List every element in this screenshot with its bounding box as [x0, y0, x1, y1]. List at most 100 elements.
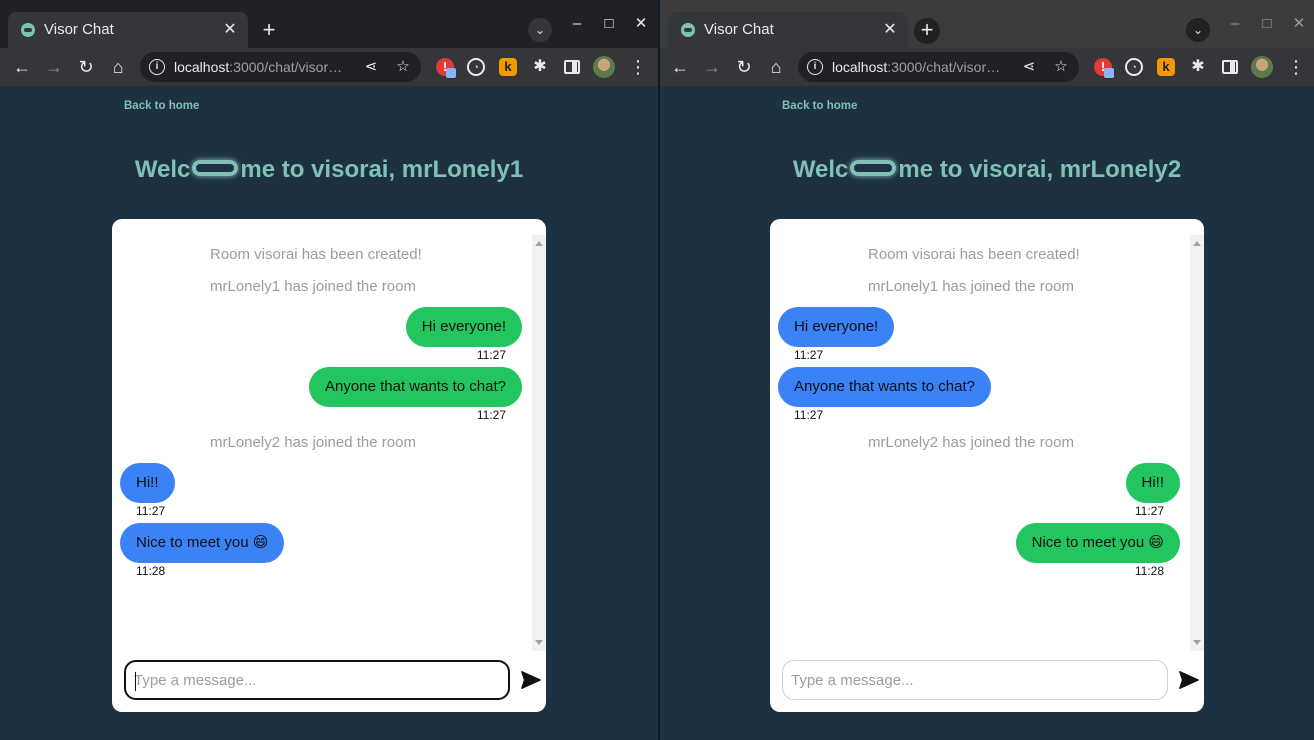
home-icon[interactable]: ⌂ [765, 56, 787, 78]
tab-strip: Visor Chat ✕ + ⌄ – □ ✕ [0, 0, 658, 48]
new-tab-button[interactable]: + [914, 18, 940, 44]
bookmark-star-icon[interactable]: ☆ [393, 57, 413, 77]
side-panel-icon[interactable] [1222, 60, 1238, 74]
browser-menu-icon[interactable]: ⋮ [629, 56, 647, 78]
profile-avatar[interactable] [1251, 56, 1273, 78]
message-bubble-other: Hi!! [120, 463, 175, 503]
back-to-home-link[interactable]: Back to home [124, 100, 199, 112]
tab-title: Visor Chat [44, 21, 114, 38]
welcome-heading: Welc me to visorai, mrLonely1 [134, 156, 524, 183]
forward-icon[interactable]: → [43, 56, 65, 78]
minimize-button[interactable]: – [1225, 14, 1245, 34]
message-bubble-other: Hi everyone! [778, 307, 895, 347]
maximize-button[interactable]: □ [599, 14, 619, 34]
reload-icon[interactable]: ↻ [75, 56, 97, 78]
url-text[interactable]: localhost:3000/chat/visor… [174, 59, 342, 75]
message-time: 11:27 [1134, 504, 1164, 518]
scroll-down-arrow-icon[interactable] [535, 640, 543, 645]
message-time: 11:28 [1134, 564, 1164, 578]
extension-gauge-icon[interactable]: ◔ [1125, 58, 1143, 76]
visor-logo-icon [192, 160, 239, 176]
maximize-button[interactable]: □ [1257, 14, 1277, 34]
side-panel-icon[interactable] [564, 60, 580, 74]
system-message: mrLonely2 has joined the room [868, 434, 1074, 451]
extension-k-icon[interactable]: k [1157, 58, 1175, 76]
site-info-icon[interactable]: i [149, 59, 165, 75]
scroll-down-arrow-icon[interactable] [1193, 640, 1201, 645]
message-bubble-own: Anyone that wants to chat? [309, 367, 522, 407]
extension-gauge-icon[interactable]: ◔ [467, 58, 485, 76]
tab-visor-chat[interactable]: Visor Chat ✕ [668, 12, 908, 48]
chat-card: Room visorai has been created! mrLonely1… [770, 219, 1204, 712]
new-tab-button[interactable]: + [256, 18, 282, 44]
message-scrollbar[interactable] [1190, 235, 1204, 651]
message-time: 11:28 [136, 564, 166, 578]
extensions-puzzle-icon[interactable]: ✱ [1189, 58, 1207, 76]
extension-k-icon[interactable]: k [499, 58, 517, 76]
close-tab-icon[interactable]: ✕ [878, 18, 902, 42]
site-info-icon[interactable]: i [807, 59, 823, 75]
text-caret [135, 672, 136, 691]
share-icon[interactable]: ⋖ [1019, 57, 1039, 77]
message-time: 11:27 [476, 408, 506, 422]
chat-card: Room visorai has been created! mrLonely1… [112, 219, 546, 712]
message-time: 11:27 [476, 348, 506, 362]
message-scrollbar[interactable] [532, 235, 546, 651]
system-message: mrLonely1 has joined the room [210, 278, 416, 295]
url-text[interactable]: localhost:3000/chat/visor… [832, 59, 1000, 75]
browser-toolbar: ← → ↻ ⌂ i localhost:3000/chat/visor… ⋖ ☆… [660, 48, 1314, 86]
message-input[interactable] [134, 662, 500, 698]
extensions-puzzle-icon[interactable]: ✱ [531, 58, 549, 76]
message-time: 11:27 [794, 408, 824, 422]
message-bubble-other: Nice to meet you 😄 [120, 523, 285, 563]
message-list[interactable]: Room visorai has been created! mrLonely1… [770, 219, 1190, 651]
message-bubble-own: Nice to meet you 😄 [1015, 523, 1180, 563]
tab-strip: Visor Chat ✕ + ⌄ – □ ✕ [660, 0, 1314, 48]
close-window-button[interactable]: ✕ [631, 14, 651, 34]
message-input[interactable] [791, 661, 1157, 699]
tab-title: Visor Chat [704, 21, 774, 38]
send-icon[interactable] [1178, 669, 1200, 691]
close-tab-icon[interactable]: ✕ [218, 18, 242, 42]
address-bar[interactable]: i localhost:3000/chat/visor… ⋖ ☆ [140, 52, 421, 82]
system-message: Room visorai has been created! [868, 246, 1080, 263]
reload-icon[interactable]: ↻ [733, 56, 755, 78]
visor-favicon-icon [21, 23, 35, 37]
message-input-wrapper [782, 660, 1168, 700]
minimize-button[interactable]: – [567, 14, 587, 34]
back-icon[interactable]: ← [11, 56, 33, 78]
home-icon[interactable]: ⌂ [107, 56, 129, 78]
system-message: mrLonely2 has joined the room [210, 434, 416, 451]
browser-toolbar: ← → ↻ ⌂ i localhost:3000/chat/visor… ⋖ ☆… [0, 48, 658, 86]
share-icon[interactable]: ⋖ [361, 57, 381, 77]
bookmark-star-icon[interactable]: ☆ [1051, 57, 1071, 77]
extension-red-icon[interactable]: ! [436, 58, 456, 78]
message-time: 11:27 [136, 504, 166, 518]
send-icon[interactable] [520, 669, 542, 691]
browser-window-left: Visor Chat ✕ + ⌄ – □ ✕ ← → ↻ ⌂ i localho… [0, 0, 658, 740]
profile-avatar[interactable] [593, 56, 615, 78]
scroll-up-arrow-icon[interactable] [1193, 241, 1201, 246]
message-bubble-own: Hi everyone! [405, 307, 522, 347]
message-bubble-own: Hi!! [1125, 463, 1180, 503]
visor-logo-icon [850, 160, 897, 176]
back-to-home-link[interactable]: Back to home [782, 100, 857, 112]
tab-search-button[interactable]: ⌄ [1186, 18, 1210, 42]
message-list[interactable]: Room visorai has been created! mrLonely1… [112, 219, 532, 651]
tab-search-button[interactable]: ⌄ [528, 18, 552, 42]
close-window-button[interactable]: ✕ [1289, 14, 1309, 34]
visor-favicon-icon [681, 23, 695, 37]
message-bubble-other: Anyone that wants to chat? [778, 367, 991, 407]
system-message: Room visorai has been created! [210, 246, 422, 263]
forward-icon[interactable]: → [701, 56, 723, 78]
browser-menu-icon[interactable]: ⋮ [1287, 56, 1305, 78]
extension-red-icon[interactable]: ! [1094, 58, 1114, 78]
welcome-heading: Welc me to visorai, mrLonely2 [792, 156, 1182, 183]
tab-visor-chat[interactable]: Visor Chat ✕ [8, 12, 248, 48]
address-bar[interactable]: i localhost:3000/chat/visor… ⋖ ☆ [798, 52, 1079, 82]
back-icon[interactable]: ← [669, 56, 691, 78]
message-input-wrapper [124, 660, 510, 700]
scroll-up-arrow-icon[interactable] [535, 241, 543, 246]
browser-window-right: Visor Chat ✕ + ⌄ – □ ✕ ← → ↻ ⌂ i localho… [660, 0, 1314, 740]
system-message: mrLonely1 has joined the room [868, 278, 1074, 295]
